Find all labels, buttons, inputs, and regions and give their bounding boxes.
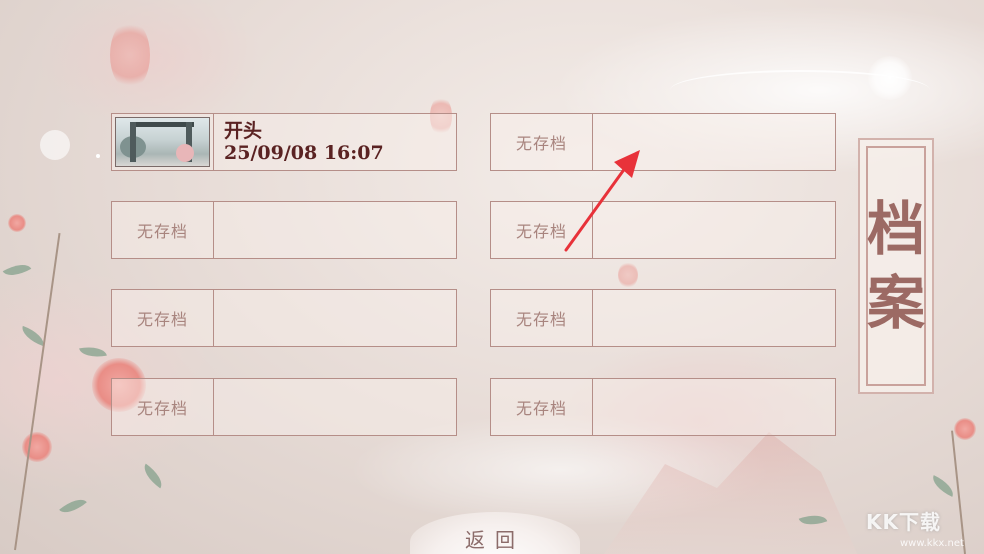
- slot-empty-label: 无存档: [491, 379, 593, 435]
- slot-empty-label: 无存档: [112, 379, 214, 435]
- flower-decoration: [954, 418, 976, 440]
- petal-decoration: [110, 20, 150, 90]
- watermark-logo: KK下载: [866, 510, 941, 534]
- archive-banner-frame: 档 案: [866, 146, 926, 386]
- watermark-url: www.kkx.net: [900, 538, 964, 549]
- slot-info: [593, 379, 835, 435]
- petal-decoration: [618, 262, 638, 288]
- slot-timestamp: 25/09/08 16:07: [224, 142, 384, 164]
- slot-empty-label: 无存档: [491, 202, 593, 258]
- slot-info: [593, 202, 835, 258]
- save-slot-1[interactable]: 开头 25/09/08 16:07: [111, 113, 457, 171]
- banner-char-1: 档: [867, 195, 926, 263]
- save-slot-3[interactable]: 无存档: [111, 201, 457, 259]
- sparkle-decoration: [96, 154, 100, 158]
- slot-info: [593, 114, 835, 170]
- slot-info: [214, 379, 456, 435]
- save-slot-4[interactable]: 无存档: [490, 201, 836, 259]
- slot-info: [593, 290, 835, 346]
- slot-title: 开头: [224, 120, 263, 142]
- cloud-decoration: [670, 70, 930, 110]
- slot-thumbnail-area: [112, 114, 214, 170]
- banner-char-2: 案: [867, 269, 926, 337]
- sparkle-decoration: [40, 130, 70, 160]
- slot-info: [214, 290, 456, 346]
- back-button-label: 返回: [465, 528, 525, 552]
- save-slot-5[interactable]: 无存档: [111, 289, 457, 347]
- slot-info: 开头 25/09/08 16:07: [214, 114, 456, 170]
- slot-empty-label: 无存档: [112, 290, 214, 346]
- archive-banner: 档 案: [858, 138, 934, 394]
- save-slot-8[interactable]: 无存档: [490, 378, 836, 436]
- slot-empty-label: 无存档: [112, 202, 214, 258]
- slot-empty-label: 无存档: [491, 290, 593, 346]
- slot-info: [214, 202, 456, 258]
- save-slot-6[interactable]: 无存档: [490, 289, 836, 347]
- flower-decoration: [8, 214, 26, 232]
- slot-empty-label: 无存档: [491, 114, 593, 170]
- slot-thumbnail: [115, 117, 210, 167]
- save-slot-2[interactable]: 无存档: [490, 113, 836, 171]
- save-slot-7[interactable]: 无存档: [111, 378, 457, 436]
